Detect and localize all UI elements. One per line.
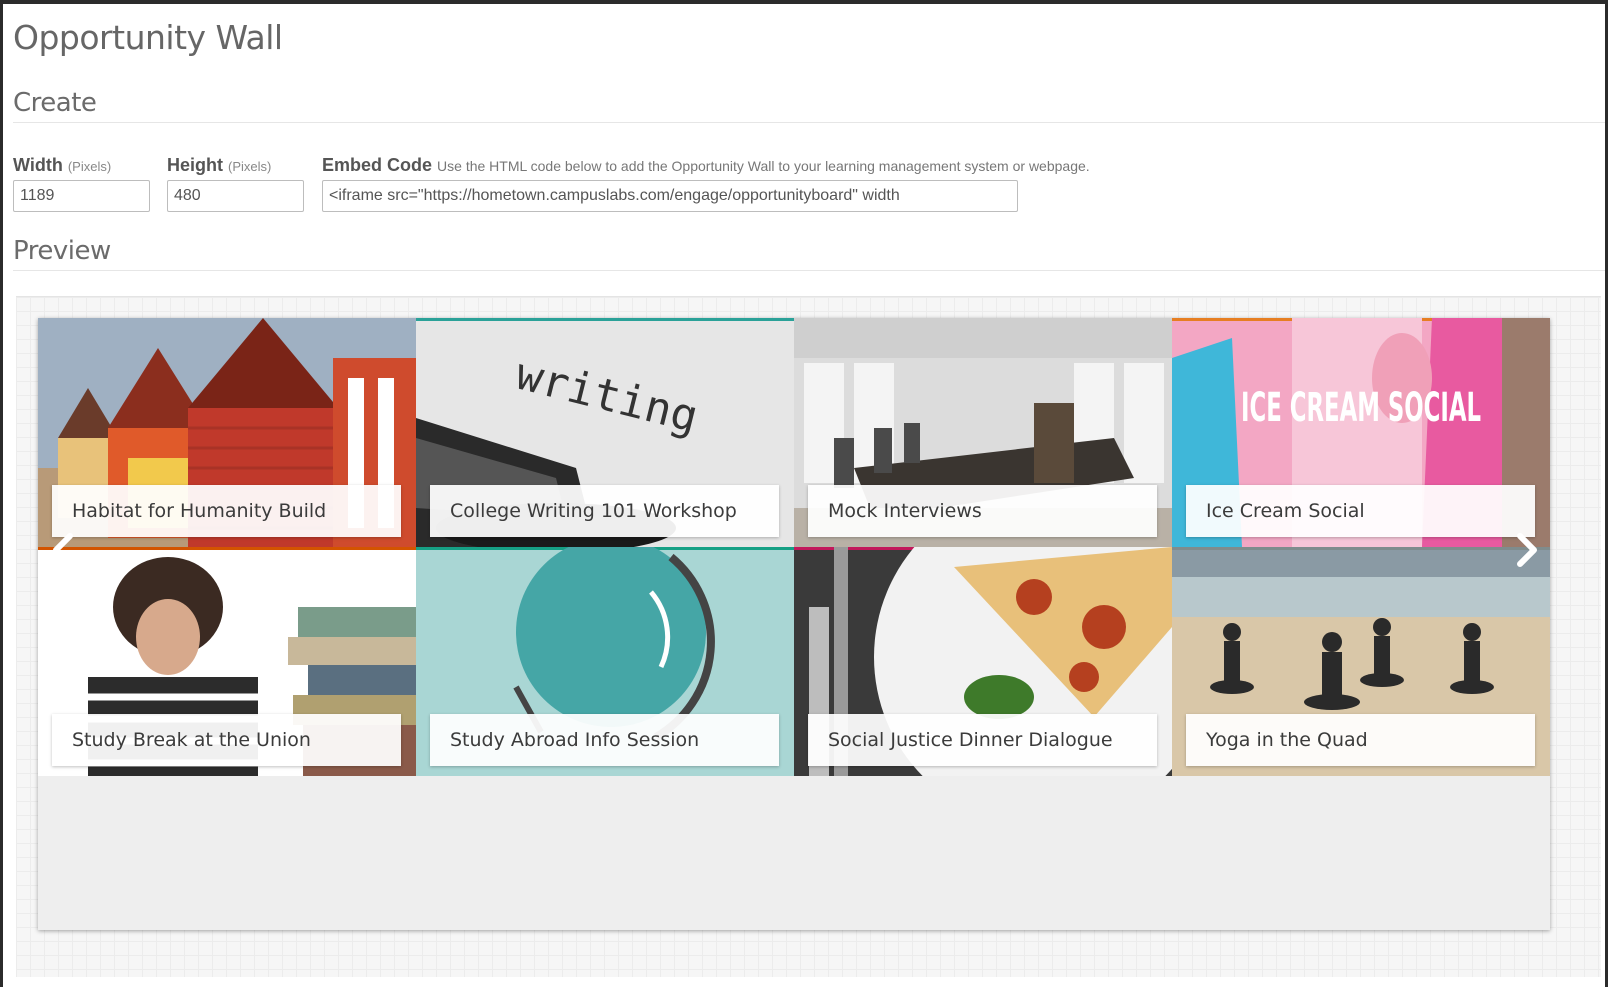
tile-label: Study Abroad Info Session <box>430 714 779 766</box>
tile-label: Yoga in the Quad <box>1186 714 1535 766</box>
width-label-text: Width <box>13 155 63 175</box>
tile-label: Social Justice Dinner Dialogue <box>808 714 1157 766</box>
opportunity-tile[interactable]: Social Justice Dinner Dialogue <box>794 547 1172 776</box>
opportunity-tile[interactable]: writing College Writing 101 Workshop <box>416 318 794 547</box>
chevron-left-icon <box>53 533 73 567</box>
opportunity-tile[interactable]: Habitat for Humanity Build <box>38 318 416 547</box>
page-title: Opportunity Wall <box>13 18 283 57</box>
tile-label: Mock Interviews <box>808 485 1157 537</box>
next-arrow-button[interactable] <box>1510 530 1544 570</box>
tile-label: Ice Cream Social <box>1186 485 1535 537</box>
chevron-right-icon <box>1517 533 1537 567</box>
embed-code-label: Embed Code Use the HTML code below to ad… <box>322 155 1090 176</box>
height-label: Height (Pixels) <box>167 155 271 176</box>
divider <box>13 122 1605 123</box>
create-heading: Create <box>13 88 97 118</box>
opportunity-wall-preview: Habitat for Humanity Build writing Colle… <box>38 318 1550 930</box>
width-label: Width (Pixels) <box>13 155 111 176</box>
divider <box>13 270 1605 271</box>
width-input[interactable] <box>13 180 150 212</box>
image-ice-cream-text: ICE CREAM SOCIAL <box>1241 385 1481 431</box>
tile-label: Habitat for Humanity Build <box>52 485 401 537</box>
tile-label: College Writing 101 Workshop <box>430 485 779 537</box>
height-input[interactable] <box>167 180 304 212</box>
opportunity-tile[interactable]: Yoga in the Quad <box>1172 547 1550 776</box>
opportunity-tile[interactable]: ICE CREAM SOCIAL Ice Cream Social <box>1172 318 1550 547</box>
opportunity-tile[interactable]: Study Break at the Union <box>38 547 416 776</box>
height-label-text: Height <box>167 155 223 175</box>
opportunity-tile[interactable]: Study Abroad Info Session <box>416 547 794 776</box>
tile-label: Study Break at the Union <box>52 714 401 766</box>
height-unit: (Pixels) <box>228 159 272 174</box>
previous-arrow-button[interactable] <box>46 530 80 570</box>
embed-code-label-text: Embed Code <box>322 155 433 175</box>
opportunity-tile[interactable]: Mock Interviews <box>794 318 1172 547</box>
embed-code-input[interactable] <box>322 180 1018 212</box>
width-unit: (Pixels) <box>67 159 112 174</box>
preview-heading: Preview <box>13 236 111 266</box>
embed-code-help: Use the HTML code below to add the Oppor… <box>437 158 1090 174</box>
